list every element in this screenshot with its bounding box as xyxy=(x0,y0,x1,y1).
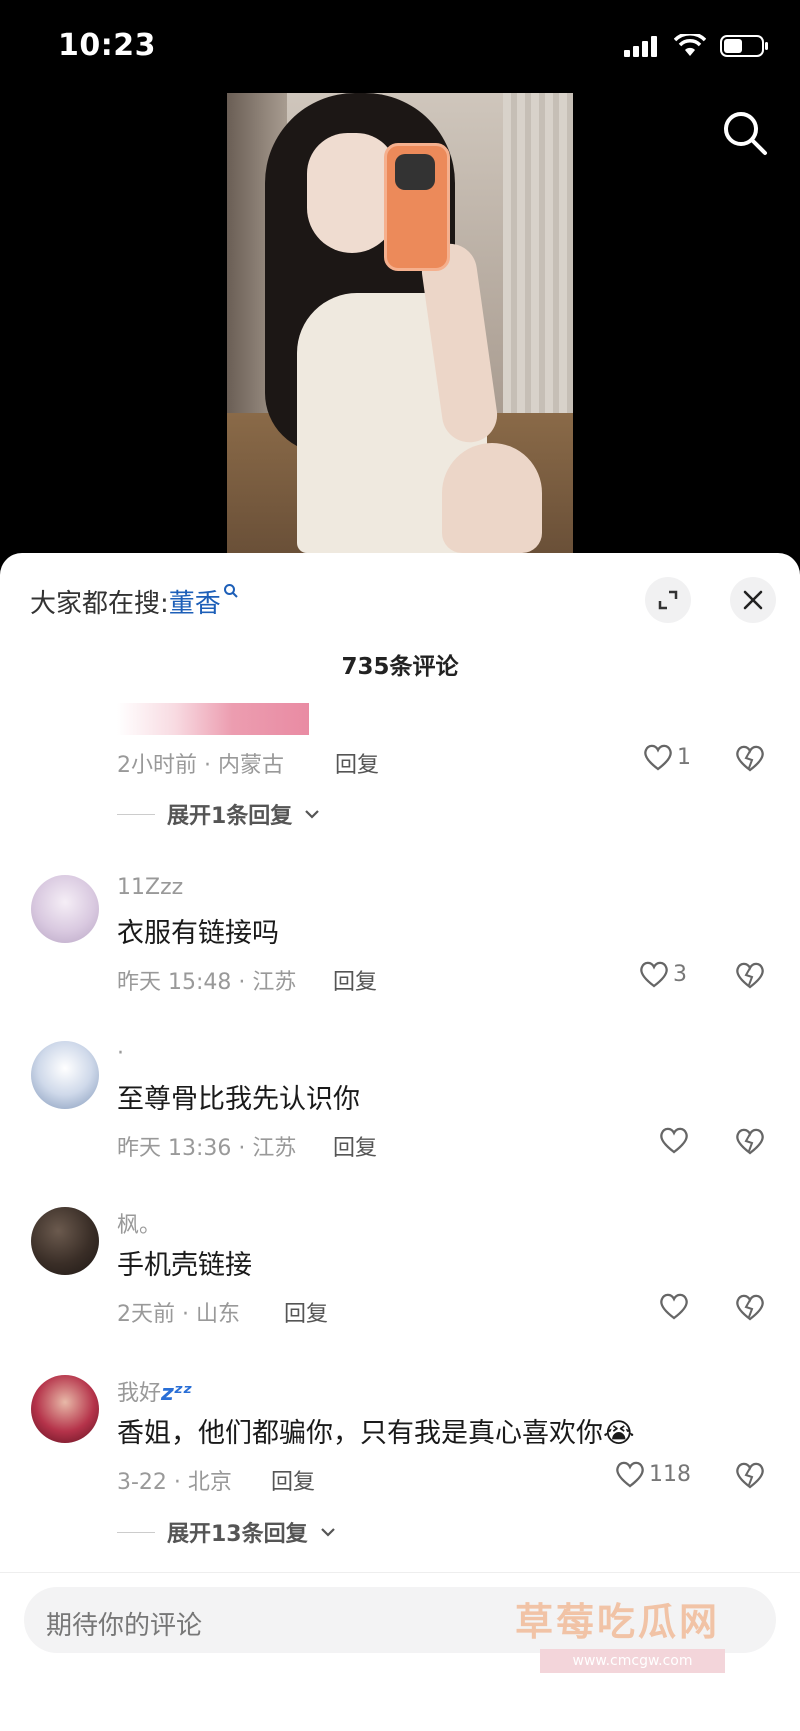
like-button[interactable] xyxy=(659,1292,693,1320)
avatar[interactable] xyxy=(31,875,99,943)
close-icon xyxy=(743,590,763,610)
expand-icon xyxy=(658,590,678,610)
dislike-icon[interactable] xyxy=(734,1460,766,1490)
heart-icon xyxy=(644,744,672,771)
sleep-emoji: zᶻᶻ xyxy=(161,1381,193,1406)
like-button[interactable]: 1 xyxy=(643,743,691,771)
username[interactable]: 枫。 xyxy=(117,1207,161,1239)
reply-button[interactable]: 回复 xyxy=(333,1130,377,1162)
avatar[interactable] xyxy=(31,1041,99,1109)
comment-input-placeholder: 期待你的评论 xyxy=(46,1611,203,1641)
dislike-icon[interactable] xyxy=(734,1292,766,1322)
username[interactable]: 我好zᶻᶻ xyxy=(117,1375,192,1407)
status-time: 10:23 xyxy=(58,28,156,63)
chevron-down-icon xyxy=(305,810,320,819)
comment-text: 至尊骨比我先认识你 xyxy=(117,1084,360,1115)
reply-button[interactable]: 回复 xyxy=(335,747,379,779)
comment-count: 735条评论 xyxy=(341,654,459,680)
trending-prefix: 大家都在搜: xyxy=(30,589,169,619)
comment-meta: 昨天 13:36 · 江苏 xyxy=(117,1136,297,1161)
heart-icon xyxy=(660,1293,688,1320)
expand-replies[interactable]: 展开1条回复 xyxy=(117,798,320,830)
comment-text: 手机壳链接 xyxy=(117,1250,252,1281)
dislike-icon[interactable] xyxy=(734,960,766,990)
comment-meta: 2小时前 · 内蒙古 xyxy=(117,753,284,778)
close-button[interactable] xyxy=(730,577,776,623)
like-count: 118 xyxy=(649,1461,691,1487)
comment-text: 香姐，他们都骗你，只有我是真心喜欢你😭 xyxy=(117,1418,635,1449)
comment-meta: 2天前 · 山东 xyxy=(117,1302,240,1327)
signal-icon xyxy=(624,36,657,57)
username[interactable]: · xyxy=(117,1041,124,1066)
reply-button[interactable]: 回复 xyxy=(284,1296,328,1328)
dislike-icon[interactable] xyxy=(734,1126,766,1156)
small-search-icon xyxy=(223,584,238,598)
crying-emoji: 😭 xyxy=(603,1418,635,1449)
like-button[interactable]: 3 xyxy=(639,960,687,988)
comment-input-bar: 期待你的评论 草莓吃瓜网 www.cmcgw.com xyxy=(0,1572,800,1731)
expand-sheet-button[interactable] xyxy=(645,577,691,623)
battery-icon xyxy=(720,35,768,57)
chevron-down-icon xyxy=(320,1528,335,1537)
reply-button[interactable]: 回复 xyxy=(271,1464,315,1496)
like-count: 3 xyxy=(673,961,687,987)
username[interactable]: 11Zzz xyxy=(117,875,183,900)
dislike-icon[interactable] xyxy=(734,743,766,773)
status-bar: 10:23 xyxy=(0,0,800,92)
search-icon[interactable] xyxy=(722,110,768,156)
reply-button[interactable]: 回复 xyxy=(333,964,377,996)
heart-icon xyxy=(616,1461,644,1488)
like-button[interactable]: 118 xyxy=(615,1460,691,1488)
phone-in-photo xyxy=(384,143,450,271)
trending-search[interactable]: 大家都在搜:董香 xyxy=(30,583,239,620)
avatar[interactable] xyxy=(31,1207,99,1275)
wifi-icon xyxy=(674,34,706,56)
comment-meta: 3-22 · 北京 xyxy=(117,1470,232,1495)
expand-replies[interactable]: 展开13条回复 xyxy=(117,1516,336,1548)
comment-meta: 昨天 15:48 · 江苏 xyxy=(117,970,297,995)
heart-icon xyxy=(660,1127,688,1154)
like-count: 1 xyxy=(677,744,691,770)
comment-sheet: 大家都在搜:董香 735条评论 2小时前 · 内蒙古 回复 1 展开1条回复 1… xyxy=(0,553,800,1731)
watermark-url: www.cmcgw.com xyxy=(540,1649,725,1673)
trending-keyword[interactable]: 董香 xyxy=(169,589,221,619)
heart-icon xyxy=(640,961,668,988)
video-preview[interactable] xyxy=(227,93,573,553)
like-button[interactable] xyxy=(659,1126,693,1154)
watermark-text: 草莓吃瓜网 xyxy=(515,1600,721,1644)
comment-sticker-image[interactable] xyxy=(117,703,309,735)
comment-text: 衣服有链接吗 xyxy=(117,918,279,949)
status-icons xyxy=(624,34,770,58)
avatar[interactable] xyxy=(31,1375,99,1443)
